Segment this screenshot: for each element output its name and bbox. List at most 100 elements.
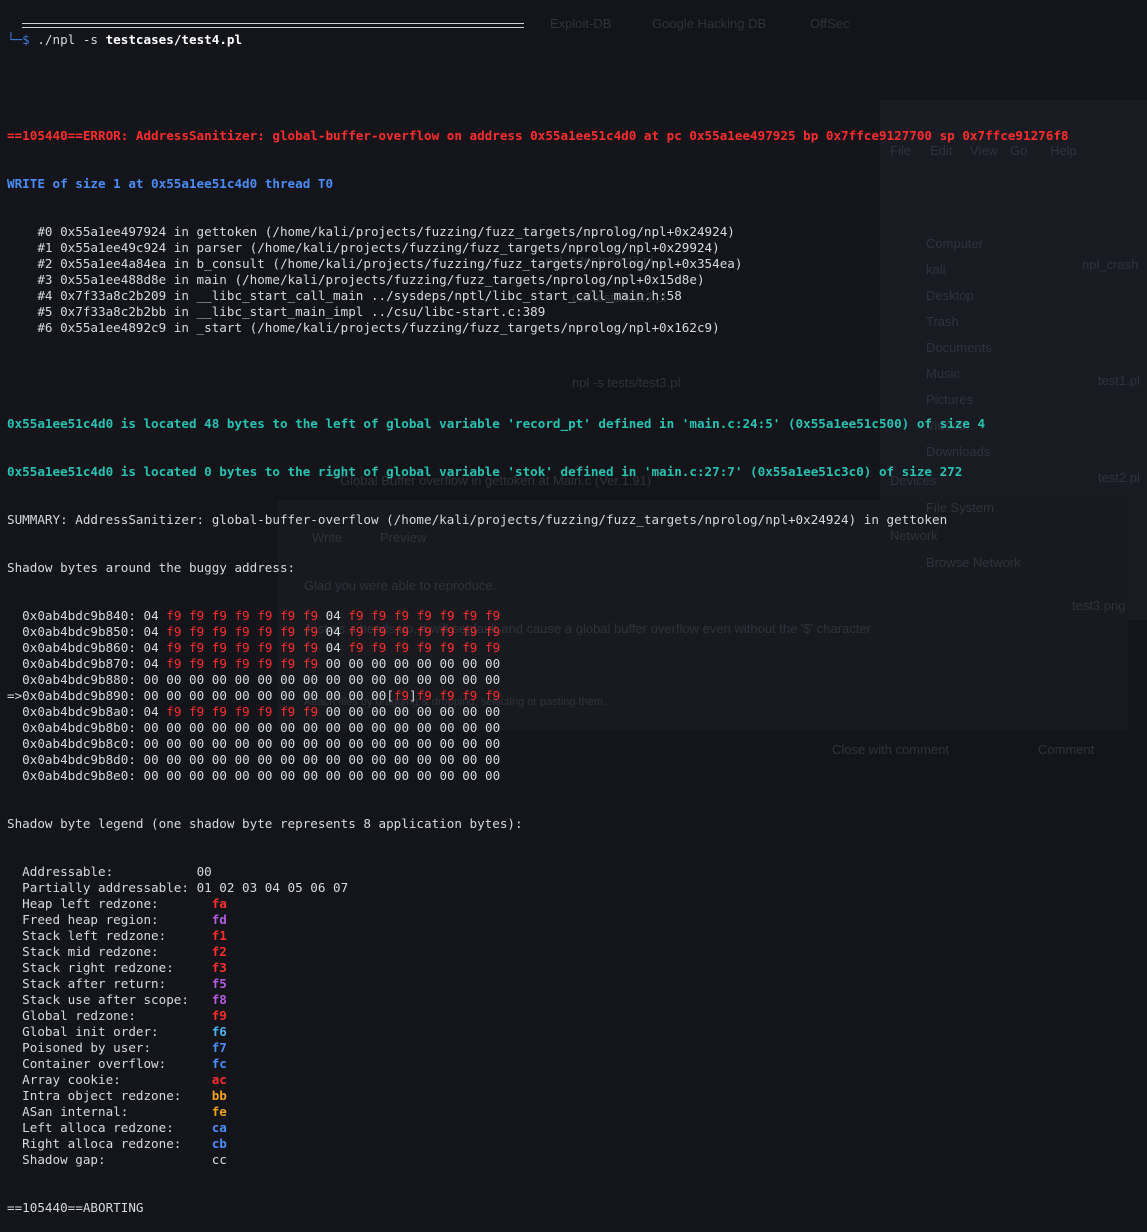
shadow-byte: 00 — [280, 672, 296, 687]
shadow-byte: 00 — [348, 736, 364, 751]
stack-frame: #0 0x55a1ee497924 in gettoken (/home/kal… — [7, 224, 735, 239]
shadow-byte: 00 — [325, 752, 341, 767]
shadow-byte: f9 — [211, 608, 227, 623]
legend-value: cc — [211, 1152, 227, 1167]
shadow-byte: 00 — [484, 656, 501, 671]
shadow-byte: 00 — [393, 736, 410, 751]
shadow-byte: 00 — [371, 736, 387, 751]
terminal-output[interactable]: └─$ ./npl -s testcases/test4.pl ==105440… — [7, 0, 1147, 1232]
legend-value: fc — [211, 1056, 227, 1071]
shadow-byte: 00 — [325, 768, 341, 783]
legend-label: Stack mid redzone: — [7, 944, 212, 959]
shadow-byte: 00 — [143, 736, 159, 751]
shadow-row-prefix — [7, 768, 22, 783]
shadow-byte: 00 — [302, 672, 319, 687]
legend-row: Stack after return: f5 — [7, 976, 1147, 992]
shadow-byte: f9 — [348, 608, 364, 623]
legend-label: ASan internal: — [7, 1104, 212, 1119]
shadow-byte: f9 — [166, 704, 182, 719]
shadow-byte: f9 — [416, 688, 432, 703]
legend-row: Heap left redzone: fa — [7, 896, 1147, 912]
legend-value: ac — [211, 1072, 227, 1087]
shadow-byte: 04 — [325, 640, 341, 655]
shadow-byte: 00 — [302, 768, 319, 783]
shadow-byte: f9 — [439, 608, 455, 623]
shadow-byte: 00 — [257, 688, 273, 703]
legend-label: Poisoned by user: — [7, 1040, 212, 1055]
shadow-byte: f9 — [166, 640, 182, 655]
stack-frame: #2 0x55a1ee4a84ea in b_consult (/home/ka… — [7, 256, 743, 271]
shadow-byte: 00 — [348, 768, 364, 783]
shadow-byte: 00 — [234, 688, 250, 703]
shadow-byte: f9 — [166, 624, 182, 639]
legend-row: Global redzone: f9 — [7, 1008, 1147, 1024]
shadow-byte: f9 — [280, 656, 296, 671]
shadow-byte: 00 — [211, 736, 227, 751]
shadow-byte: f9 — [280, 640, 296, 655]
shadow-byte: 00 — [462, 752, 478, 767]
legend-value: f1 — [211, 928, 227, 943]
shadow-byte: f9 — [189, 656, 205, 671]
shadow-byte: [f9] — [386, 688, 417, 703]
shadow-byte: 00 — [484, 704, 501, 719]
shadow-byte: 00 — [166, 752, 182, 767]
legend-label: Container overflow: — [7, 1056, 212, 1071]
command-line: └─$ ./npl -s testcases/test4.pl — [7, 32, 1147, 48]
prompt-arrow: └─$ — [7, 32, 38, 47]
shadow-byte: 00 — [439, 768, 455, 783]
shadow-byte: 00 — [484, 752, 501, 767]
shadow-byte: 00 — [439, 672, 455, 687]
legend-label: Stack use after scope: — [7, 992, 212, 1007]
legend-value: ca — [211, 1120, 227, 1135]
shadow-byte: 04 — [143, 640, 159, 655]
shadow-byte: f9 — [439, 640, 455, 655]
shadow-byte: 00 — [143, 720, 159, 735]
shadow-byte: 00 — [166, 720, 182, 735]
shadow-byte: f9 — [189, 624, 205, 639]
legend-value: fa — [211, 896, 227, 911]
shadow-byte: 00 — [371, 688, 387, 703]
located-line-2: 0x55a1ee51c4d0 is located 0 bytes to the… — [7, 464, 963, 479]
shadow-row-address: 0x0ab4bdc9b8b0: — [22, 720, 136, 735]
legend-value: f5 — [211, 976, 227, 991]
shadow-byte: 00 — [302, 688, 319, 703]
shadow-row-address: 0x0ab4bdc9b850: — [22, 624, 136, 639]
shadow-byte: 00 — [302, 720, 319, 735]
legend-value: f8 — [211, 992, 227, 1007]
shadow-byte: 04 — [325, 624, 341, 639]
legend-label: Left alloca redzone: — [7, 1120, 212, 1135]
shadow-byte: 00 — [280, 688, 296, 703]
legend-row: Intra object redzone: bb — [7, 1088, 1147, 1104]
shadow-byte: 00 — [371, 768, 387, 783]
shadow-byte: f9 — [302, 656, 319, 671]
shadow-byte: 00 — [462, 704, 478, 719]
shadow-bytes-table: 0x0ab4bdc9b840: 04 f9 f9 f9 f9 f9 f9 f9 … — [7, 608, 1147, 784]
shadow-row-prefix — [7, 736, 22, 751]
shadow-byte: 00 — [234, 736, 250, 751]
shadow-byte: f9 — [211, 704, 227, 719]
shadow-byte: f9 — [302, 624, 319, 639]
shadow-byte: f9 — [234, 640, 250, 655]
shadow-byte: 00 — [325, 704, 341, 719]
shadow-byte: 00 — [166, 688, 182, 703]
shadow-byte: 00 — [393, 704, 410, 719]
shadow-byte: 00 — [484, 672, 501, 687]
shadow-row: 0x0ab4bdc9b8e0: 00 00 00 00 00 00 00 00 … — [7, 768, 1147, 784]
shadow-byte: f9 — [234, 656, 250, 671]
stack-frame: #6 0x55a1ee4892c9 in _start (/home/kali/… — [7, 320, 720, 335]
shadow-byte: 00 — [325, 736, 341, 751]
shadow-byte: 04 — [143, 704, 159, 719]
shadow-byte: 00 — [325, 720, 341, 735]
shadow-byte: 00 — [325, 672, 341, 687]
shadow-byte: 00 — [393, 672, 410, 687]
shadow-row-prefix — [7, 640, 22, 655]
shadow-byte: 00 — [325, 688, 341, 703]
legend-row: Stack right redzone: f3 — [7, 960, 1147, 976]
shadow-byte: f9 — [484, 624, 501, 639]
legend-row: ASan internal: fe — [7, 1104, 1147, 1120]
shadow-row-address: 0x0ab4bdc9b860: — [22, 640, 136, 655]
legend-value: f6 — [211, 1024, 227, 1039]
shadow-row-address: 0x0ab4bdc9b890: — [22, 688, 136, 703]
shadow-byte: f9 — [257, 640, 273, 655]
